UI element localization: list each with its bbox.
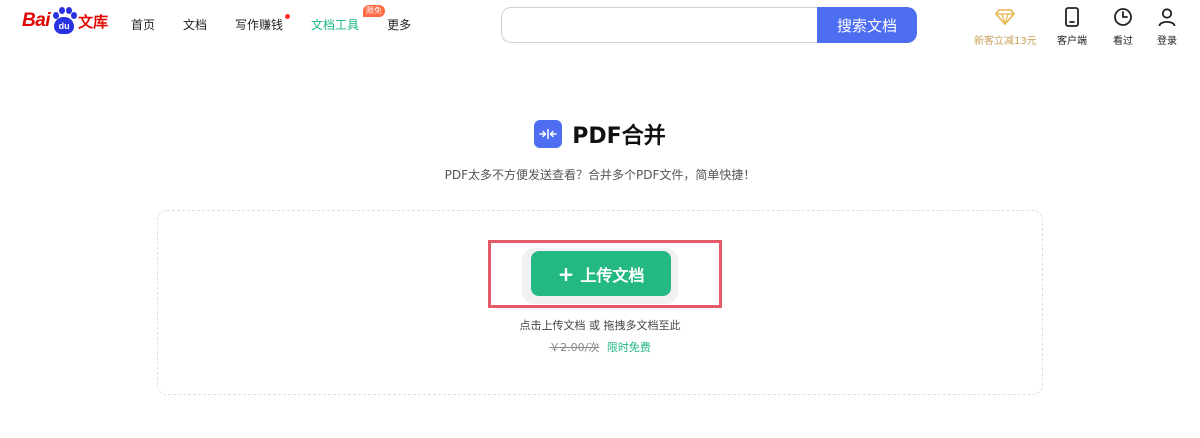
diamond-icon [995,6,1016,28]
nav-item-writing-label: 写作赚钱 [235,18,284,32]
top-header: Bai du 文库 首页 文档 写作赚钱 文档工具 限免 更多 搜索文档 新客立… [0,0,1200,52]
baidu-wenku-logo[interactable]: Bai du 文库 [22,4,108,38]
merge-icon [534,120,563,148]
logo-wenku-text: 文库 [78,12,109,31]
login-label: 登录 [1157,36,1177,47]
page-title: PDF合并 [0,118,1200,150]
search-bar: 搜索文档 [501,7,917,43]
nav-item-docs[interactable]: 文档 [183,16,207,34]
page-subtitle: PDF太多不方便发送查看？合并多个PDF文件，简单快捷！ [444,168,756,182]
search-button[interactable]: 搜索文档 [817,7,917,43]
client-label: 客户端 [1057,36,1087,47]
upload-hint: 点击上传文档 或 拖拽多文档至此 [519,319,681,332]
nav-item-writing[interactable]: 写作赚钱 [235,14,291,34]
client-link[interactable]: 客户端 [1057,6,1087,47]
nav-item-home[interactable]: 首页 [131,16,155,34]
notification-dot [285,14,291,19]
promo-link[interactable]: 新客立减13元 [974,6,1037,47]
promo-label: 新客立减13元 [974,36,1037,47]
price-info: ￥2.00/次 限时免费 [0,339,1200,355]
main-nav: 首页 文档 写作赚钱 文档工具 限免 更多 [131,5,439,34]
nav-item-more[interactable]: 更多 [387,16,411,34]
logo-du-text: du [54,17,75,34]
free-badge: 限免 [363,5,386,17]
nav-item-doc-tools[interactable]: 文档工具 限免 [311,5,386,34]
page-title-text: PDF合并 [572,124,666,149]
tablet-icon [1064,6,1080,28]
logo-bai-text: Bai [22,10,51,31]
original-price: ￥2.00/次 [549,341,600,354]
paw-logo-icon: du [51,6,78,36]
nav-item-doc-tools-label: 文档工具 [311,18,360,32]
login-link[interactable]: 登录 [1157,6,1177,47]
search-input[interactable] [501,7,817,43]
clock-icon [1113,6,1133,28]
highlight-box [488,240,722,308]
history-label: 看过 [1113,36,1133,47]
free-label: 限时免费 [606,341,651,354]
history-link[interactable]: 看过 [1113,6,1133,47]
user-icon [1157,6,1177,28]
